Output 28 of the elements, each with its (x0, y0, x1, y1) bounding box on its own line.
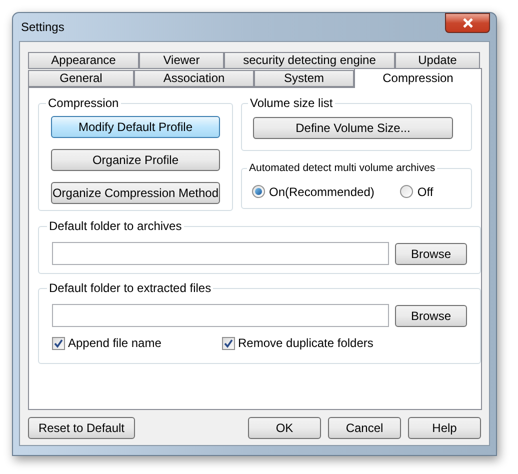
tab[interactable]: System (254, 70, 354, 87)
tab[interactable]: security detecting engine (224, 52, 395, 69)
dialog-button[interactable]: Help (408, 417, 481, 439)
define-volume-size-button[interactable]: Define Volume Size... (253, 117, 453, 139)
browse-button[interactable]: Browse (395, 304, 467, 326)
tab[interactable]: Update (395, 52, 480, 69)
group-label: Automated detect multi volume archives (248, 161, 436, 176)
group-label: Default folder to archives (48, 218, 183, 235)
tab[interactable]: Viewer (139, 52, 224, 69)
radio-label: Off (417, 184, 434, 201)
radio-label: On(Recommended) (269, 184, 374, 201)
group-label: Compression (47, 95, 120, 112)
action-button[interactable]: Organize Compression Method (51, 182, 220, 204)
group-label: Default folder to extracted files (48, 280, 212, 297)
action-button[interactable]: Modify Default Profile (51, 116, 220, 138)
dialog-button[interactable]: Cancel (328, 417, 401, 439)
group-label: Volume size list (249, 95, 334, 112)
action-button[interactable]: Organize Profile (51, 149, 220, 171)
dialog-button[interactable]: OK (248, 417, 321, 439)
tab[interactable]: General (28, 70, 134, 87)
checkbox-label: Append file name (68, 335, 162, 352)
reset-button[interactable]: Reset to Default (28, 417, 135, 439)
window-title: Settings (21, 19, 64, 36)
tab[interactable]: Association (134, 70, 254, 87)
browse-button[interactable]: Browse (395, 242, 467, 264)
tab[interactable]: Appearance (28, 52, 139, 69)
tab[interactable]: Compression (354, 68, 482, 88)
checkbox-label: Remove duplicate folders (238, 335, 374, 352)
